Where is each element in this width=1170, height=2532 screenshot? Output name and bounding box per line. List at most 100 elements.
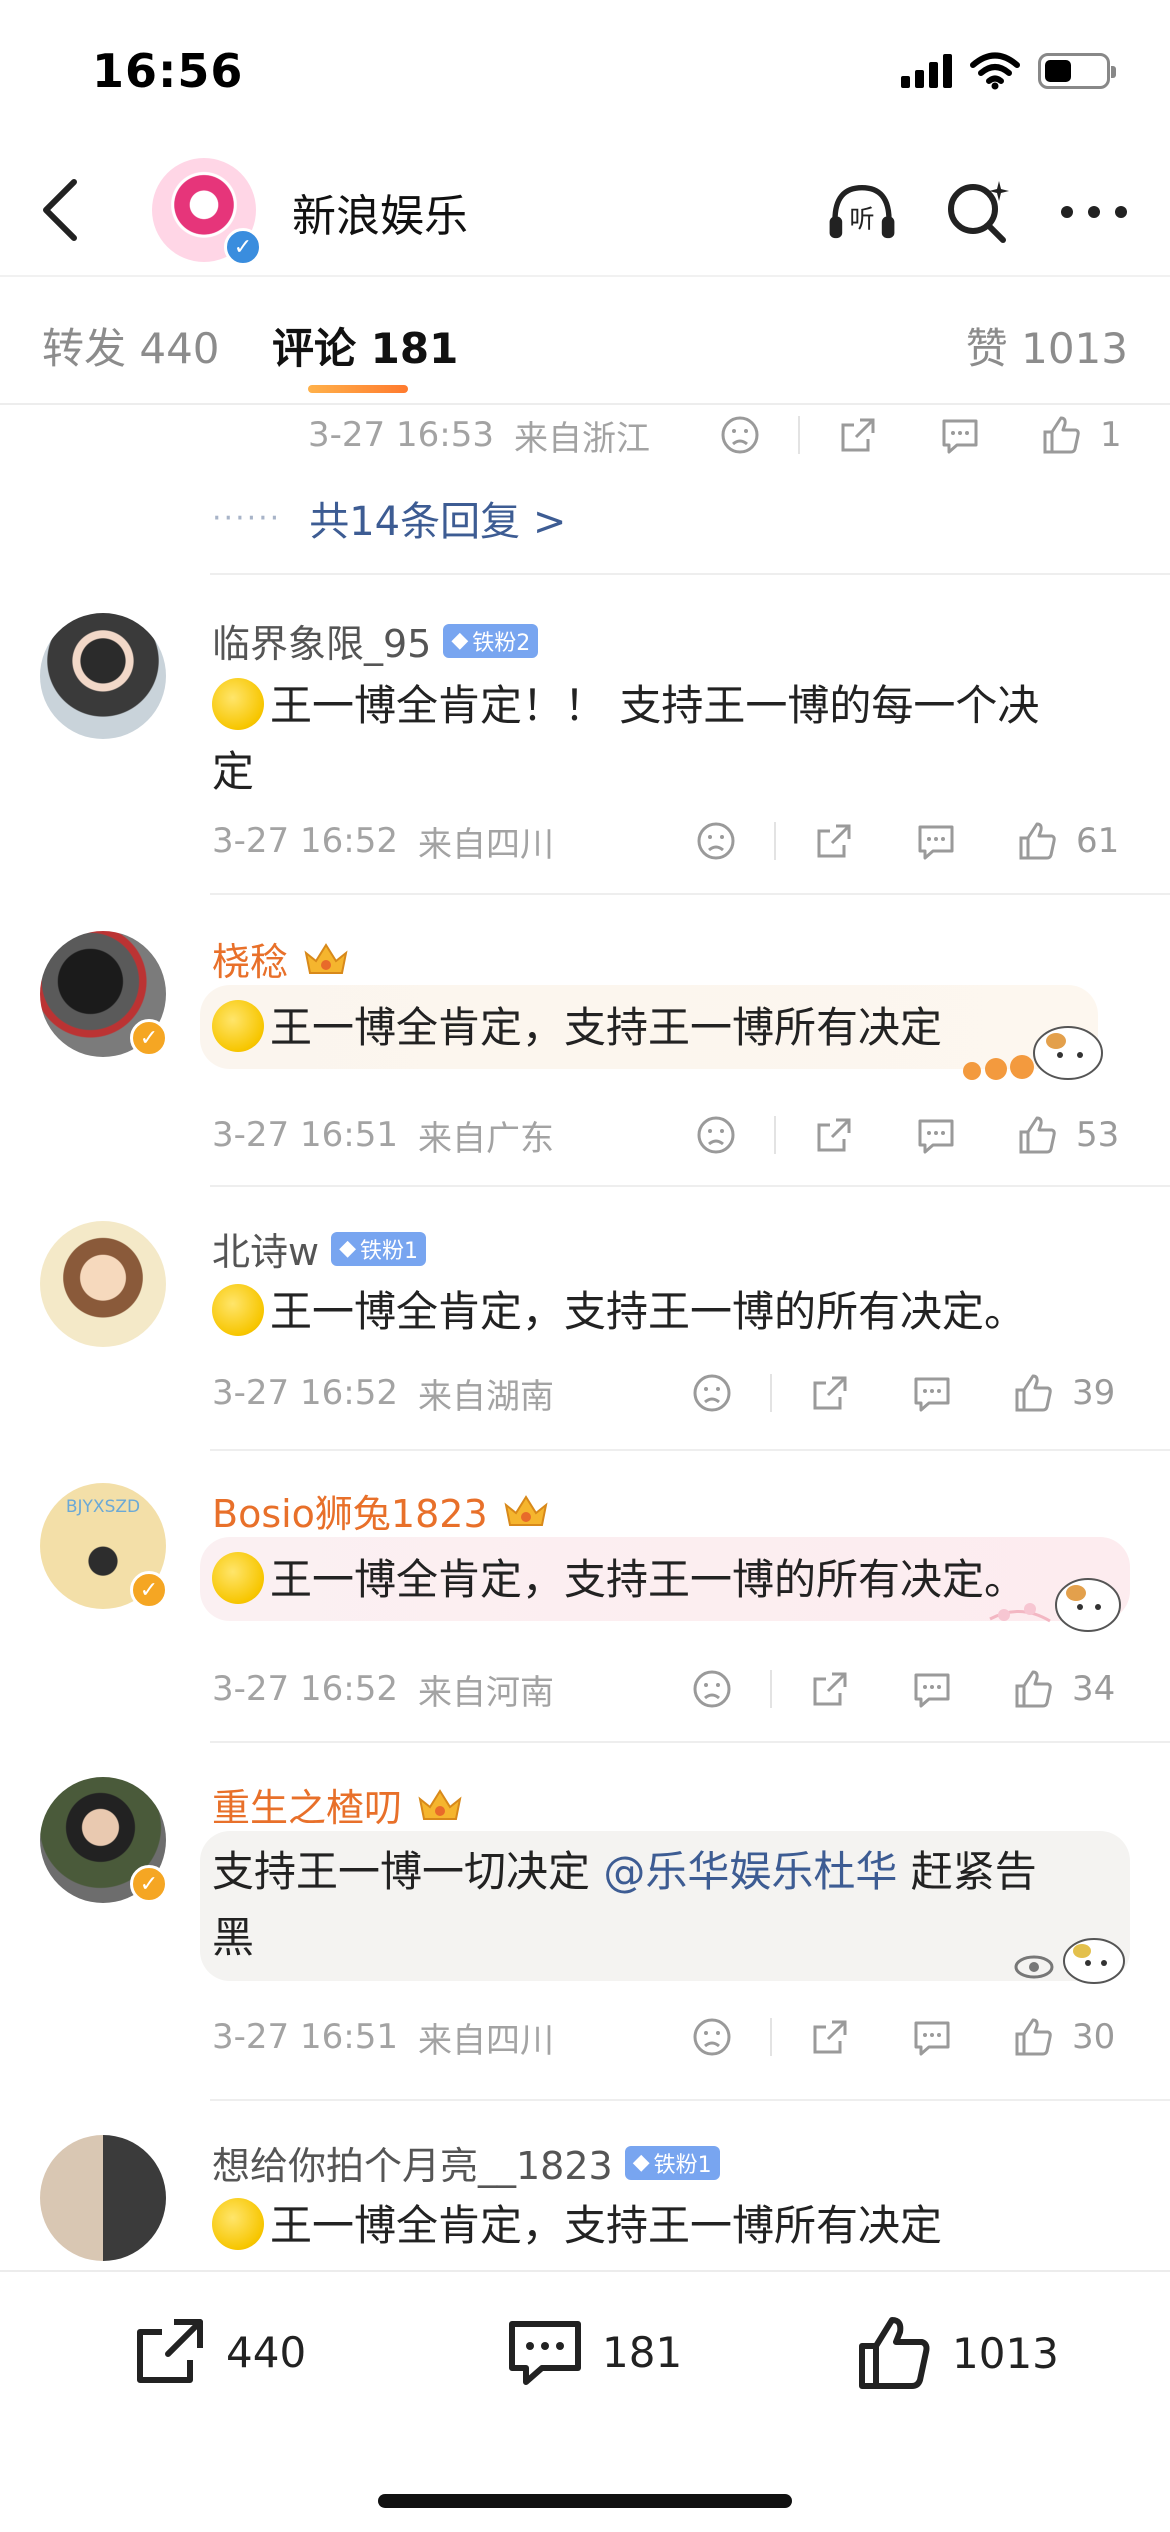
commenter-name-row: Bosio狮兔1823 <box>212 1483 552 1538</box>
verified-badge-icon: ✓ <box>130 1571 168 1609</box>
like-button[interactable] <box>1004 1363 1064 1423</box>
dislike-button[interactable] <box>686 1105 746 1165</box>
comment-meta: 3-27 16:52 来自湖南 <box>212 1363 554 1423</box>
reply-button[interactable] <box>906 1105 966 1165</box>
replies-link-text: 共14条回复 > <box>309 499 567 545</box>
reply-button[interactable] <box>906 811 966 871</box>
share-button[interactable] <box>800 2007 860 2067</box>
actions-divider <box>770 2018 772 2056</box>
commenter-avatar[interactable]: ✓ <box>40 931 168 1057</box>
commenter-avatar[interactable] <box>40 2135 166 2261</box>
dislike-button[interactable] <box>710 405 770 465</box>
search-sparkle-icon <box>948 181 1009 243</box>
commenter-name[interactable]: 重生之楂叨 <box>212 1777 402 1832</box>
listen-button[interactable]: 听 <box>826 176 898 248</box>
commenter-avatar[interactable]: ✓ <box>40 1777 168 1903</box>
comment-time: 3-27 16:52 <box>212 1669 398 1709</box>
comment-bubble-icon <box>914 1673 950 1708</box>
chevron-left-icon <box>43 179 77 241</box>
comment-list[interactable]: 3-27 16:53 来自浙江 1 ······ 共14条回复 > 临界象限_9… <box>0 405 1170 2270</box>
vip-crown-icon <box>504 1494 548 1526</box>
like-button[interactable] <box>1008 1105 1068 1165</box>
header-actions: 听 <box>826 176 1130 248</box>
dislike-button[interactable] <box>686 811 746 871</box>
search-button[interactable] <box>942 176 1014 248</box>
dislike-button[interactable] <box>682 1659 742 1719</box>
repost-button[interactable]: 440 <box>132 2314 306 2390</box>
tab-likes[interactable]: 赞 1013 <box>966 315 1128 376</box>
comment-meta: 3-27 16:51 来自四川 <box>212 2007 554 2067</box>
view-replies-link[interactable]: ······ 共14条回复 > <box>212 489 566 547</box>
diamond-icon: ◆ <box>632 2150 650 2175</box>
like-count: 34 <box>1072 1669 1116 1709</box>
like-count-total: 1013 <box>952 2328 1059 2378</box>
reply-button[interactable] <box>930 405 990 465</box>
commenter-name[interactable]: 北诗w <box>212 1221 319 1276</box>
commenter-name[interactable]: 想给你拍个月亮__1823 <box>212 2135 613 2190</box>
actions-divider <box>774 822 776 860</box>
tab-comments[interactable]: 评论 181 <box>272 315 458 376</box>
comment-actions: 39 <box>682 1363 1115 1423</box>
more-button[interactable] <box>1058 176 1130 248</box>
share-button[interactable] <box>804 811 864 871</box>
comment-meta: 3-27 16:52 来自四川 <box>212 811 554 871</box>
commenter-name[interactable]: 临界象限_95 <box>212 613 431 668</box>
comment-text-line1: 王一博全肯定，支持王一博的所有决定。 <box>270 1287 1027 1336</box>
comment-text-line2: 黑 <box>212 1913 255 1962</box>
share-button[interactable] <box>800 1363 860 1423</box>
like-button[interactable] <box>1008 811 1068 871</box>
dislike-button[interactable] <box>682 1363 742 1423</box>
status-time: 16:56 <box>92 44 244 98</box>
comment-text-line1: 王一博全肯定，支持王一博所有决定 <box>270 2201 943 2250</box>
comment-button[interactable]: 181 <box>506 2314 682 2390</box>
comment-text-before: 支持王一博一切决定 <box>212 1847 604 1896</box>
commenter-name[interactable]: Bosio狮兔1823 <box>212 1483 488 1538</box>
account-avatar[interactable]: ✓ <box>152 158 262 266</box>
like-button[interactable] <box>1004 1659 1064 1719</box>
thumbs-up-icon <box>1019 822 1056 860</box>
share-icon <box>813 2020 847 2054</box>
fan-level-badge: ◆ 铁粉1 <box>331 1231 427 1266</box>
thumbs-up-icon <box>1019 1116 1056 1154</box>
frown-face-icon <box>721 416 759 454</box>
bottom-action-bar: 440 181 1013 <box>0 2270 1170 2532</box>
like-button[interactable] <box>1004 2007 1064 2067</box>
comment-actions: 34 <box>682 1659 1115 1719</box>
commenter-avatar[interactable]: BJYXSZD ✓ <box>40 1483 168 1609</box>
wifi-icon <box>970 52 1020 90</box>
share-icon <box>813 1672 847 1706</box>
comment-meta: 3-27 16:53 来自浙江 <box>308 405 650 465</box>
comment-meta: 3-27 16:51 来自广东 <box>212 1105 554 1165</box>
mention-link[interactable]: @乐华娱乐杜华 <box>603 1847 897 1896</box>
share-button[interactable] <box>800 1659 860 1719</box>
emoji-icon <box>212 1284 264 1336</box>
share-button[interactable] <box>804 1105 864 1165</box>
diamond-icon: ◆ <box>451 628 469 653</box>
home-indicator[interactable] <box>378 2494 792 2508</box>
tab-reposts[interactable]: 转发 440 <box>42 315 220 376</box>
reply-button[interactable] <box>902 2007 962 2067</box>
diamond-icon: ◆ <box>339 1236 357 1261</box>
comment-count: 181 <box>602 2327 683 2377</box>
commenter-avatar[interactable] <box>40 1221 166 1347</box>
comment-time: 3-27 16:51 <box>212 1115 398 1155</box>
like-count: 30 <box>1072 2017 1116 2057</box>
like-button[interactable] <box>1032 405 1092 465</box>
thumbs-up-icon <box>1015 1374 1052 1412</box>
comment-meta: 3-27 16:52 来自河南 <box>212 1659 554 1719</box>
reply-button[interactable] <box>902 1363 962 1423</box>
reply-button[interactable] <box>902 1659 962 1719</box>
replies-thread-dots: ······ <box>212 500 282 536</box>
hamster-sticker-icon <box>963 1026 1103 1080</box>
comment-actions: 53 <box>686 1105 1119 1165</box>
fan-level-badge: ◆ 铁粉1 <box>624 2145 720 2180</box>
repost-icon <box>137 2319 203 2383</box>
back-button[interactable] <box>30 175 90 245</box>
commenter-name[interactable]: 桡稔 <box>212 931 288 986</box>
like-post-button[interactable]: 1013 <box>856 2314 1059 2392</box>
commenter-avatar[interactable] <box>40 613 166 739</box>
share-button[interactable] <box>828 405 888 465</box>
like-count: 39 <box>1072 1373 1116 1413</box>
dislike-button[interactable] <box>682 2007 742 2067</box>
comment-text-line2: 定 <box>212 747 255 796</box>
